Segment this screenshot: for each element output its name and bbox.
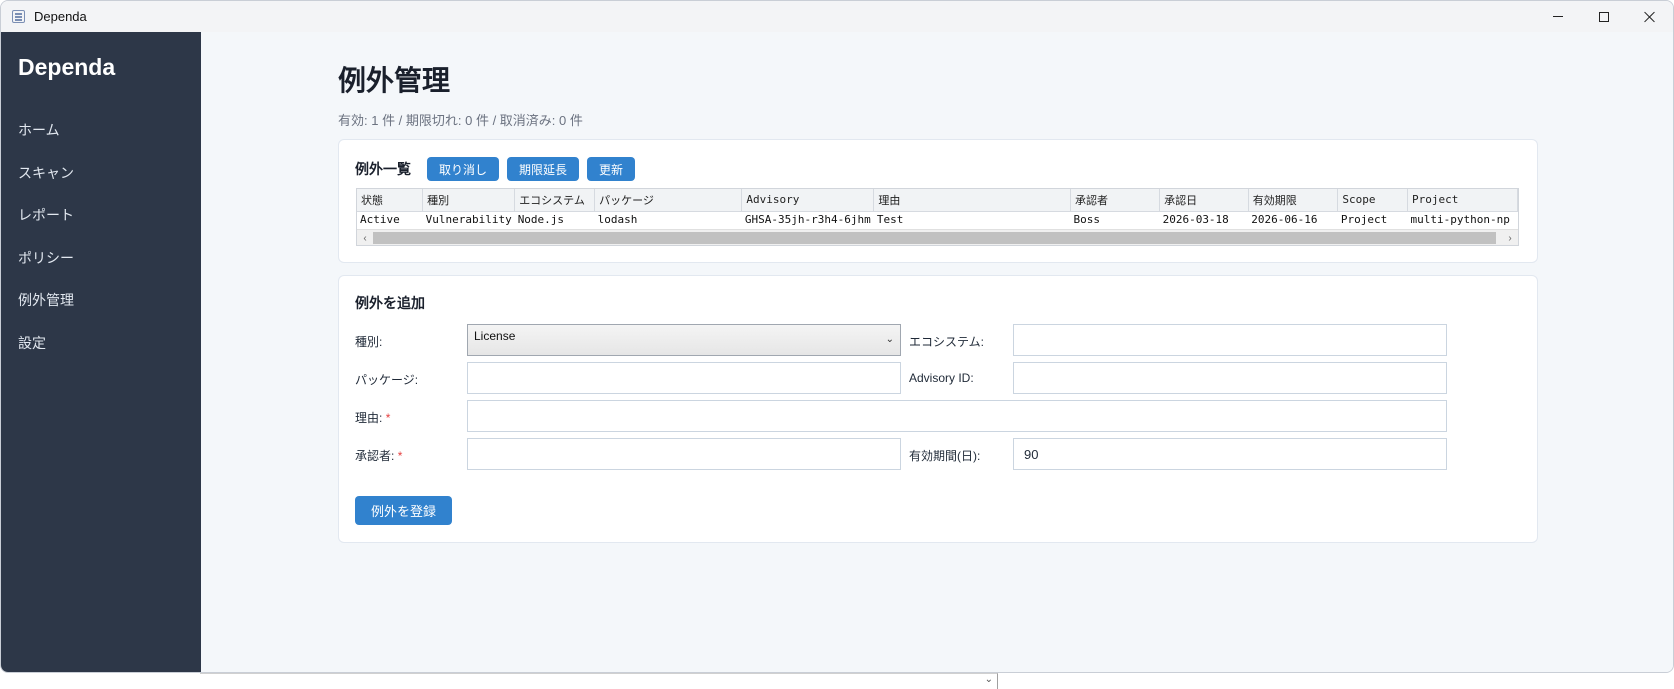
table-cell: multi-python-np <box>1410 213 1510 227</box>
column-header[interactable]: 承認日 <box>1159 189 1249 212</box>
status-summary: 有効: 1 件 / 期限切れ: 0 件 / 取消済み: 0 件 <box>338 113 583 128</box>
list-header: 例外一覧 取り消し 期限延長 更新 <box>355 157 643 181</box>
column-header[interactable]: 承認者 <box>1070 189 1161 212</box>
revoke-button[interactable]: 取り消し <box>427 157 500 181</box>
column-header[interactable]: 種別 <box>422 189 516 212</box>
table-cell: Project <box>1340 213 1388 227</box>
table-cell: Test <box>876 213 904 227</box>
close-icon <box>1644 11 1656 23</box>
reason-label: 理由: * <box>355 409 390 426</box>
horizontal-scrollbar[interactable]: ‹ › <box>357 229 1518 245</box>
package-input[interactable] <box>467 362 901 394</box>
column-header[interactable]: エコシステム <box>514 189 596 212</box>
reason-label-text: 理由: <box>355 411 383 425</box>
type-select[interactable]: License ⌄ <box>467 324 901 356</box>
register-exception-button[interactable]: 例外を登録 <box>355 496 453 525</box>
table-cell: 2026-06-16 <box>1251 213 1318 227</box>
add-form-title: 例外を追加 <box>355 295 425 311</box>
table-cell: Boss <box>1073 213 1101 227</box>
maximize-icon <box>1599 11 1609 22</box>
table-body: Active Vulnerability Node.js lodash GHSA-35j… <box>357 211 1518 228</box>
table-cell: GHSA-35jh-r3h4-6jhm <box>744 213 871 227</box>
exception-table[interactable]: 状態 種別 エコシステム パッケージ Advisory 理由 承認者 承認日 有効期限 Scope… <box>356 188 1519 246</box>
column-header[interactable]: パッケージ <box>594 189 743 212</box>
advisory-id-label: Advisory ID: <box>909 371 974 385</box>
ecosystem-label: エコシステム: <box>909 335 984 349</box>
scrollbar-thumb[interactable] <box>373 232 1496 244</box>
exception-list-card: 例外一覧 取り消し 期限延長 更新 状態 種別 エコシステム パッケージ Advisor… <box>338 139 1538 263</box>
scroll-left-icon[interactable]: ‹ <box>357 230 373 245</box>
app-icon <box>12 10 25 23</box>
validity-days-label: 有効期間(日): <box>909 449 981 463</box>
approver-input[interactable] <box>467 438 901 470</box>
minimize-icon <box>1553 16 1563 17</box>
package-label: パッケージ: <box>355 373 419 387</box>
reason-input[interactable] <box>467 400 1447 432</box>
list-title: 例外一覧 <box>355 161 411 177</box>
sidebar-nav: ホーム スキャン レポート ポリシー 例外管理 設定 <box>1 109 201 364</box>
table-cell: Vulnerability <box>425 213 512 227</box>
sidebar: Dependa ホーム スキャン レポート ポリシー 例外管理 設定 <box>1 32 201 672</box>
type-label: 種別: <box>355 335 383 349</box>
table-header-row: 状態 種別 エコシステム パッケージ Advisory 理由 承認者 承認日 有効期限 Scope… <box>357 189 1518 212</box>
table-row[interactable]: Active Vulnerability Node.js lodash GHSA-35j… <box>357 211 1518 228</box>
sidebar-item-scan[interactable]: スキャン <box>1 152 201 195</box>
title-bar: Dependa <box>1 1 1673 32</box>
extend-button[interactable]: 期限延長 <box>507 157 580 181</box>
brand-logo: Dependa <box>18 54 116 80</box>
column-header[interactable]: 有効期限 <box>1248 189 1339 212</box>
advisory-id-input[interactable] <box>1013 362 1447 394</box>
required-mark: * <box>397 449 403 463</box>
maximize-button[interactable] <box>1581 1 1627 32</box>
approver-label-text: 承認者: <box>355 449 395 463</box>
column-header[interactable]: Advisory <box>741 189 875 212</box>
sidebar-item-policy[interactable]: ポリシー <box>1 237 201 280</box>
close-button[interactable] <box>1627 1 1673 32</box>
ecosystem-input[interactable] <box>1013 324 1447 356</box>
window-title: Dependa <box>34 9 87 24</box>
add-exception-card: 例外を追加 種別: License ⌄ エコシステム: パッケージ: Advis… <box>338 275 1538 543</box>
table-cell: lodash <box>597 213 638 227</box>
chevron-down-icon: ⌄ <box>885 334 894 345</box>
validity-days-input[interactable]: 90 <box>1013 438 1447 470</box>
approver-label: 承認者: * <box>355 447 402 464</box>
required-mark: * <box>385 411 391 425</box>
sidebar-item-home[interactable]: ホーム <box>1 109 201 152</box>
column-header[interactable]: Project <box>1407 189 1518 212</box>
app-window: Dependa Dependa ホーム スキャン レポート ポリシー 例外管理 … <box>0 0 1674 673</box>
sidebar-item-report[interactable]: レポート <box>1 194 201 237</box>
exception-grid: 状態 種別 エコシステム パッケージ Advisory 理由 承認者 承認日 有効期限 Scope… <box>357 189 1518 228</box>
background-window-edge: ⌄ <box>200 673 998 689</box>
page-title: 例外管理 <box>338 65 451 96</box>
refresh-button[interactable]: 更新 <box>587 157 636 181</box>
table-cell: Active <box>360 213 400 227</box>
chevron-down-icon: ⌄ <box>984 674 993 685</box>
scroll-right-icon[interactable]: › <box>1502 230 1518 245</box>
table-cell: 2026-03-18 <box>1162 213 1229 227</box>
window-controls <box>1535 1 1673 32</box>
minimize-button[interactable] <box>1535 1 1581 32</box>
sidebar-item-exceptions[interactable]: 例外管理 <box>1 279 201 322</box>
column-header[interactable]: Scope <box>1337 189 1409 212</box>
type-select-value: License <box>474 329 516 343</box>
column-header[interactable]: 状態 <box>357 189 424 212</box>
table-cell: Node.js <box>517 213 565 227</box>
main-content: 例外管理 有効: 1 件 / 期限切れ: 0 件 / 取消済み: 0 件 例外一… <box>201 32 1673 672</box>
column-header[interactable]: 理由 <box>873 189 1072 212</box>
sidebar-item-settings[interactable]: 設定 <box>1 322 201 365</box>
